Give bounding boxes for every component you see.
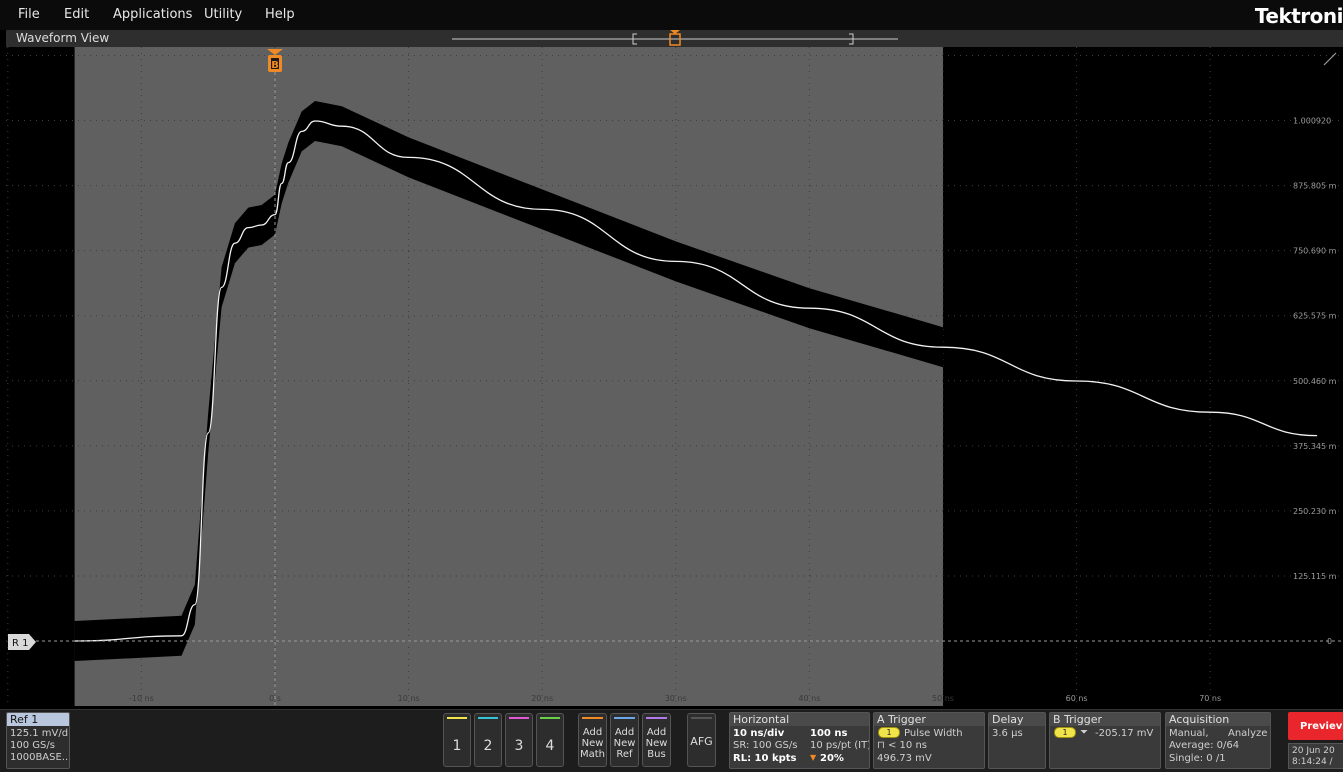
waveform-view-titlebar: Waveform View (6, 30, 1343, 47)
add-new-bus-button[interactable]: AddNewBus (642, 713, 671, 767)
acquisition-average: Average: 0/64 (1169, 740, 1239, 751)
add-new-math-button[interactable]: AddNewMath (578, 713, 607, 767)
a-trigger-level: 496.73 mV (877, 753, 932, 764)
menu-edit[interactable]: Edit (64, 7, 89, 22)
horizontal-scale: 10 ns/div (733, 728, 784, 739)
acquisition-mode: Manual, (1169, 728, 1209, 739)
acquisition-single: Single: 0 /1 (1169, 753, 1226, 764)
menu-applications[interactable]: Applications (113, 7, 192, 22)
menu-bar: File Edit Applications Utility Help Tekt… (0, 0, 1343, 30)
b-trigger-level: -205.17 mV (1095, 728, 1153, 739)
y-tick-label: 750.690 m (1293, 247, 1337, 256)
settings-bar: Ref 1 125.1 mV/div 100 GS/s 1000BASE... … (0, 709, 1343, 772)
record-overview[interactable] (6, 30, 1343, 47)
x-tick-label: 10 ns (398, 694, 420, 703)
y-tick-label: 250.230 m (1293, 507, 1337, 516)
b-trigger-source: 1 (1054, 727, 1076, 738)
horizontal-position: 20% (820, 753, 844, 764)
menu-help[interactable]: Help (265, 7, 295, 22)
y-tick-label: 875.805 m (1293, 182, 1337, 191)
horizontal-record-length: RL: 10 kpts (733, 753, 797, 764)
y-tick-label: 125.115 m (1293, 572, 1337, 581)
x-tick-label: 30 ns (665, 694, 687, 703)
menu-utility[interactable]: Utility (204, 7, 242, 22)
add-new-ref-button[interactable]: AddNewRef (610, 713, 639, 767)
delay-title: Delay (992, 713, 1024, 726)
b-trigger-title: B Trigger (1053, 713, 1102, 726)
brand-logo: Tektroni (1255, 4, 1343, 28)
a-trigger-panel[interactable]: A Trigger 1 Pulse Width ⊓ < 10 ns 496.73… (873, 712, 985, 769)
y-tick-label: 375.345 m (1293, 442, 1337, 451)
channel-3-button[interactable]: 3 (505, 713, 533, 767)
waveform-plot[interactable]: -10 ns0 s10 ns20 ns30 ns40 ns50 ns60 ns7… (6, 47, 1343, 706)
delay-value: 3.6 µs (992, 728, 1023, 739)
x-tick-label: 20 ns (531, 694, 553, 703)
channel-2-button[interactable]: 2 (474, 713, 502, 767)
ref1-rate: 100 GS/s (10, 740, 55, 751)
acquisition-panel[interactable]: Acquisition Manual, Analyze Average: 0/6… (1165, 712, 1271, 769)
x-tick-label: 70 ns (1199, 694, 1221, 703)
horizontal-title: Horizontal (733, 713, 789, 726)
horizontal-resolution: 10 ps/pt (IT) (810, 740, 870, 751)
b-trigger-panel[interactable]: B Trigger 1 ⏷ -205.17 mV (1049, 712, 1161, 769)
horizontal-panel[interactable]: Horizontal 10 ns/div 100 ns SR: 100 GS/s… (729, 712, 870, 769)
x-tick-label: 50 ns (932, 694, 954, 703)
horizontal-sample-rate: SR: 100 GS/s (733, 740, 797, 751)
acquisition-mode-2: Analyze (1228, 728, 1267, 739)
x-tick-label: 60 ns (1066, 694, 1088, 703)
overview-trigger-marker[interactable] (670, 30, 680, 45)
preview-button[interactable]: Previev (1288, 712, 1343, 740)
x-tick-label: 40 ns (798, 694, 820, 703)
pulse-width-icon: ⊓ (877, 740, 885, 751)
afg-button[interactable]: AFG (687, 713, 716, 767)
zoom-highlight-region (75, 47, 943, 706)
channel-4-button[interactable]: 4 (536, 713, 564, 767)
a-trigger-type: Pulse Width (904, 728, 963, 739)
menu-file[interactable]: File (18, 7, 40, 22)
a-trigger-source: 1 (878, 727, 900, 738)
waveform-graticule[interactable]: -10 ns0 s10 ns20 ns30 ns40 ns50 ns60 ns7… (6, 47, 1343, 706)
b-marker-label: B (271, 60, 279, 71)
horizontal-duration: 100 ns (810, 728, 847, 739)
y-tick-label: 625.575 m (1293, 312, 1337, 321)
x-tick-label: -10 ns (129, 694, 154, 703)
ref1-handle-label: R 1 (12, 638, 29, 649)
delay-panel[interactable]: Delay 3.6 µs (988, 712, 1046, 769)
date-time: 20 Jun 20 8:14:24 / (1288, 743, 1343, 769)
y-tick-label: 500.460 m (1293, 377, 1337, 386)
position-icon: ▼ (810, 753, 816, 762)
ref1-scale: 125.1 mV/div (10, 728, 70, 739)
channel-1-button[interactable]: 1 (443, 713, 471, 767)
ref1-badge[interactable]: Ref 1 125.1 mV/div 100 GS/s 1000BASE... (6, 712, 70, 769)
acquisition-title: Acquisition (1169, 713, 1229, 726)
a-trigger-title: A Trigger (877, 713, 926, 726)
a-trigger-condition: < 10 ns (888, 740, 927, 751)
ref1-title: Ref 1 (10, 713, 38, 726)
ref1-name: 1000BASE... (10, 752, 70, 763)
falling-edge-icon: ⏷ (1080, 727, 1088, 738)
y-tick-label: 1.000920 (1293, 117, 1331, 126)
